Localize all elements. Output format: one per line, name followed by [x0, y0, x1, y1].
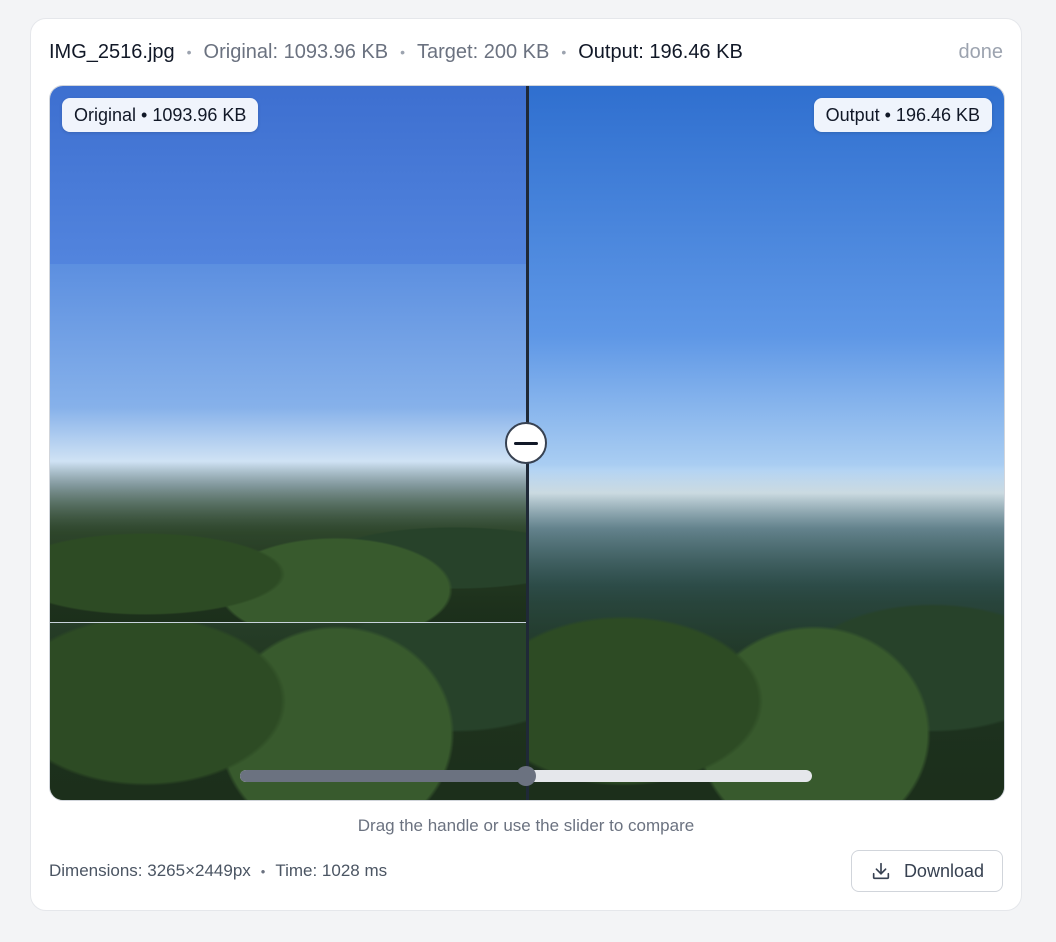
result-footer: Dimensions: 3265×2449px • Time: 1028 ms …	[49, 849, 1003, 893]
result-header: IMG_2516.jpg • Original: 1093.96 KB • Ta…	[49, 39, 1003, 65]
result-card: IMG_2516.jpg • Original: 1093.96 KB • Ta…	[30, 18, 1022, 911]
compare-handle[interactable]	[505, 422, 547, 464]
output-badge: Output • 196.46 KB	[813, 98, 992, 132]
download-button[interactable]: Download	[850, 850, 1003, 892]
minus-icon	[514, 441, 538, 445]
original-image-tile	[50, 264, 526, 623]
download-icon	[872, 862, 890, 880]
time-text: Time: 1028 ms	[275, 861, 388, 880]
image-comparison[interactable]: Original • 1093.96 KB Output • 196.46 KB	[49, 85, 1005, 801]
original-badge: Original • 1093.96 KB	[62, 98, 259, 132]
output-size: Output: 196.46 KB	[578, 40, 743, 63]
download-label: Download	[903, 860, 984, 881]
separator: •	[561, 44, 567, 60]
dimensions-text: Dimensions: 3265×2449px	[49, 861, 251, 880]
filename: IMG_2516.jpg	[49, 40, 175, 63]
compare-slider-thumb[interactable]	[516, 766, 536, 786]
separator: •	[260, 863, 266, 879]
target-size: Target: 200 KB	[417, 40, 550, 63]
original-size: Original: 1093.96 KB	[203, 40, 389, 63]
status-text: done	[958, 40, 1004, 63]
output-image-pane	[528, 86, 1004, 800]
compare-slider-fill	[240, 770, 526, 782]
original-image-pane	[50, 86, 528, 800]
output-image	[528, 86, 1004, 800]
compare-hint: Drag the handle or use the slider to com…	[357, 816, 695, 835]
separator: •	[186, 44, 192, 60]
separator: •	[400, 44, 406, 60]
